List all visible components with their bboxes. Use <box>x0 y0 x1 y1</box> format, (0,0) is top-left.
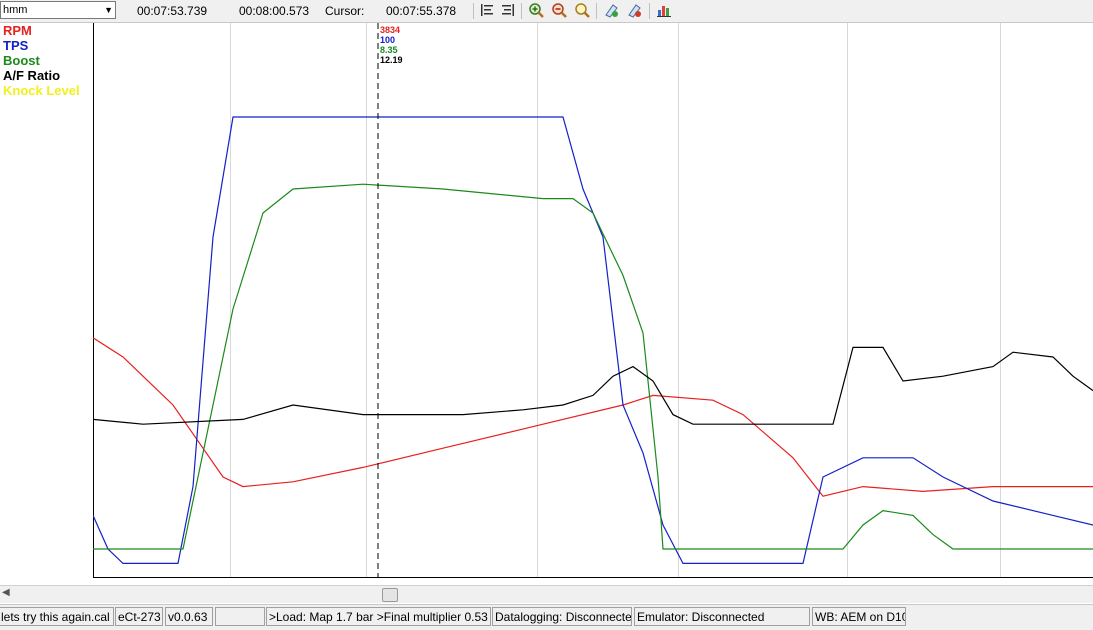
scroll-thumb[interactable] <box>382 588 398 602</box>
toolbar-separator <box>596 3 597 19</box>
series-line-rpm <box>93 337 1093 497</box>
toolbar-separator <box>473 3 474 19</box>
zoom-in-icon[interactable] <box>528 2 544 18</box>
status-bar: lets try this again.cal eCt-273 v0.0.63 … <box>0 604 1093 630</box>
log-chart[interactable]: 38341008.3512.19 07:54.64207:55.50607:56… <box>93 23 1093 578</box>
status-file: lets try this again.cal <box>0 607 114 626</box>
chart-settings-icon[interactable] <box>656 2 672 18</box>
scroll-left-icon[interactable]: ◀ <box>2 587 10 598</box>
align-left-icon[interactable] <box>479 2 495 18</box>
status-load: >Load: Map 1.7 bar >Final multiplier 0.5… <box>266 607 491 626</box>
series-line-boost <box>93 183 1093 550</box>
units-select[interactable]: hmm ▼ <box>0 1 116 19</box>
zoom-fit-icon[interactable] <box>574 2 590 18</box>
legend-item-afr[interactable]: A/F Ratio <box>3 68 60 83</box>
align-right-icon[interactable] <box>500 2 516 18</box>
series-line-tps <box>93 116 1093 565</box>
legend: RPM TPS Boost A/F Ratio Knock Level <box>0 23 93 578</box>
cursor-label: Cursor: <box>325 4 365 18</box>
cursor-value-rpm: 3834 <box>380 25 400 35</box>
toolbar-separator <box>649 3 650 19</box>
remove-marker-icon[interactable] <box>626 2 642 18</box>
cursor-value-tps: 100 <box>380 35 395 45</box>
status-empty <box>215 607 265 626</box>
time-end: 00:08:00.573 <box>239 4 310 18</box>
legend-item-knock[interactable]: Knock Level <box>3 83 80 98</box>
cursor-value-boost: 8.35 <box>380 45 398 55</box>
time-start: 00:07:53.739 <box>137 4 208 18</box>
legend-item-tps[interactable]: TPS <box>3 38 28 53</box>
add-marker-icon[interactable] <box>603 2 619 18</box>
status-version: v0.0.63 <box>165 607 213 626</box>
toolbar-separator <box>521 3 522 19</box>
cursor-time: 00:07:55.378 <box>386 4 457 18</box>
toolbar: hmm ▼ 00:07:53.739 00:08:00.573 Cursor: … <box>0 0 1093 23</box>
zoom-out-icon[interactable] <box>551 2 567 18</box>
status-datalogging: Datalogging: Disconnected <box>492 607 632 626</box>
chevron-down-icon: ▼ <box>104 5 113 15</box>
units-select-value: hmm <box>3 4 28 16</box>
legend-item-boost[interactable]: Boost <box>3 53 40 68</box>
status-emulator: Emulator: Disconnected <box>634 607 810 626</box>
status-ecu: eCt-273 <box>115 607 163 626</box>
cursor-value-afr: 12.19 <box>380 55 403 65</box>
status-wideband: WB: AEM on D10 <box>812 607 906 626</box>
legend-item-rpm[interactable]: RPM <box>3 23 32 38</box>
horizontal-scrollbar[interactable]: ◀ <box>0 585 1093 603</box>
